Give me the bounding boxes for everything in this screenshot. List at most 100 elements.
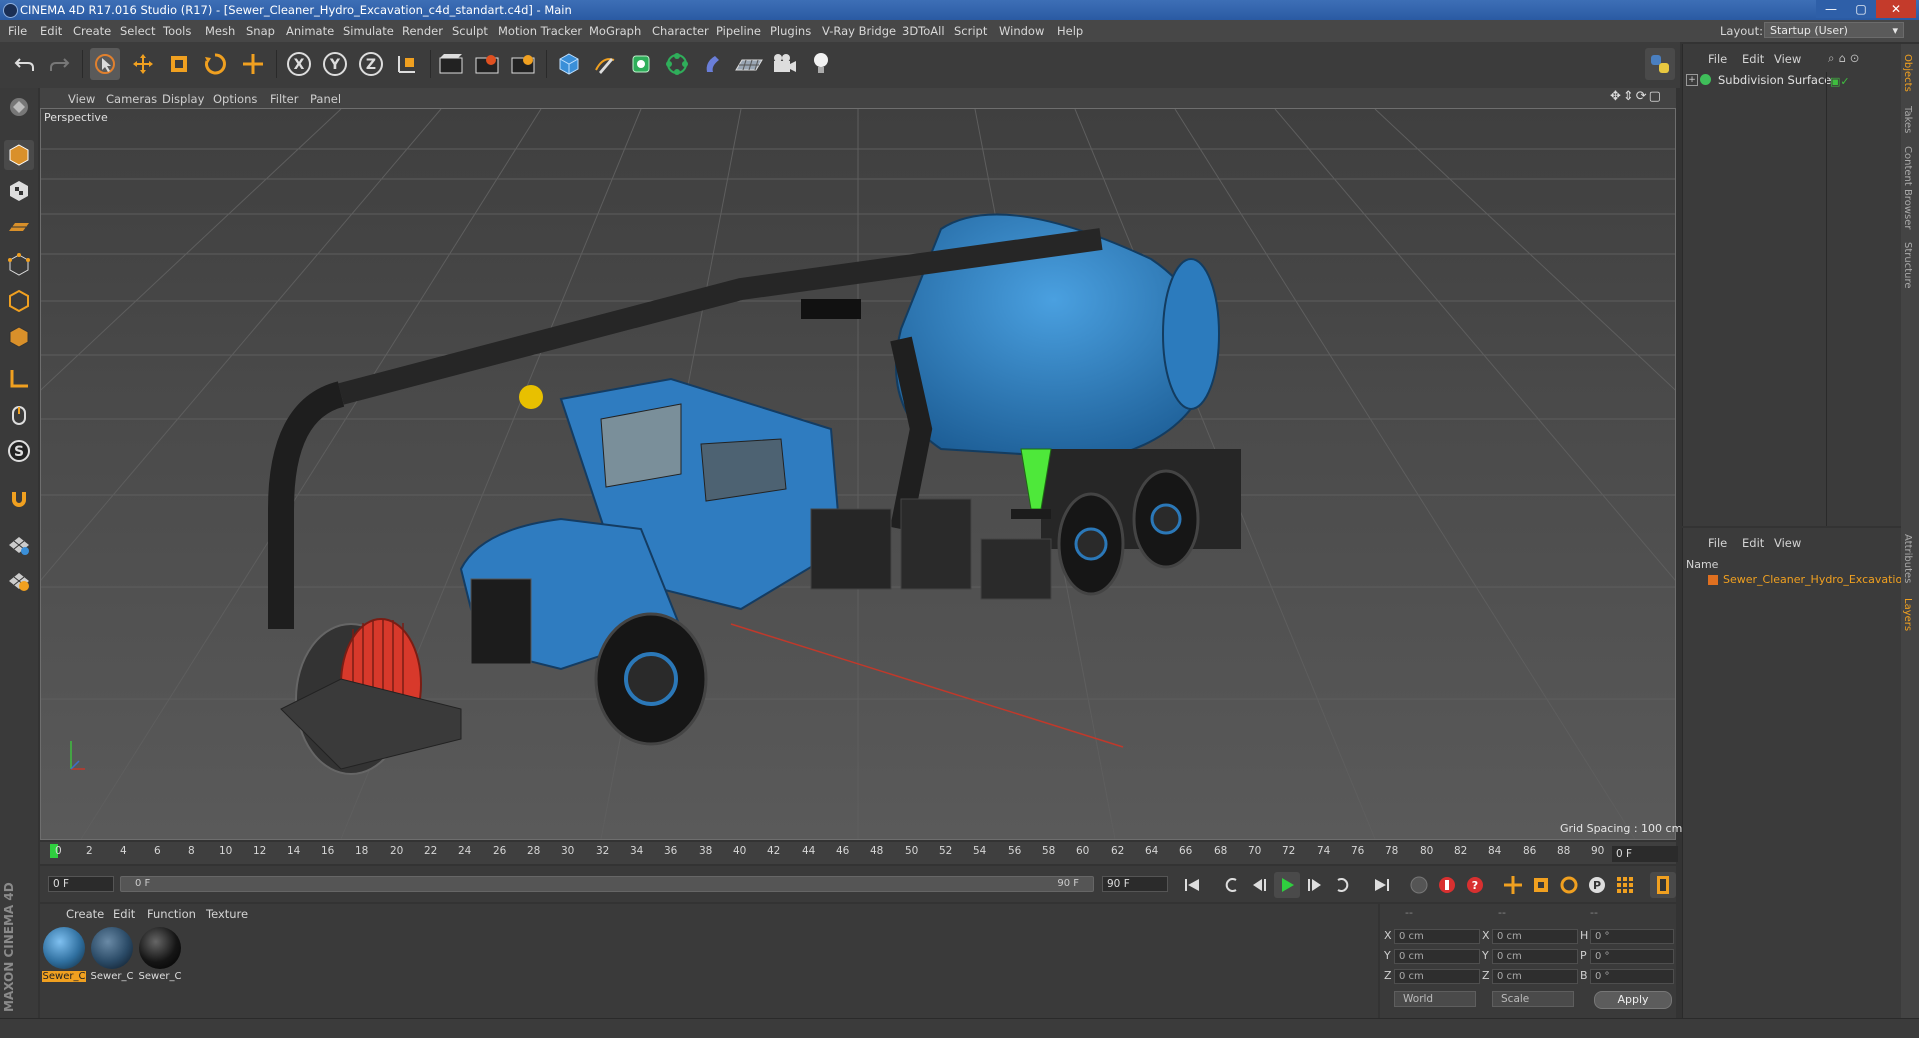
- object-menu-file[interactable]: File: [1708, 52, 1727, 66]
- move-tool-button[interactable]: [128, 48, 158, 80]
- viewport-menu-filter[interactable]: Filter: [270, 92, 298, 106]
- side-tab-objects[interactable]: Objects: [1902, 54, 1913, 92]
- start-frame-field[interactable]: 0 F: [48, 876, 114, 892]
- menu-mesh[interactable]: Mesh: [205, 24, 235, 38]
- menu-file[interactable]: File: [8, 24, 27, 38]
- previous-key-button[interactable]: [1218, 872, 1244, 898]
- side-tab-layers[interactable]: Layers: [1902, 598, 1913, 631]
- subdivision-button[interactable]: [626, 48, 656, 80]
- python-button[interactable]: [1645, 48, 1675, 80]
- menu-pipeline[interactable]: Pipeline: [716, 24, 761, 38]
- menu-window[interactable]: Window: [999, 24, 1044, 38]
- axis-mode-button[interactable]: [4, 364, 34, 394]
- object-menu-edit[interactable]: Edit: [1742, 52, 1764, 66]
- undo-button[interactable]: [10, 48, 40, 80]
- material-swatch[interactable]: Sewer_C: [42, 925, 86, 985]
- record-keys-button[interactable]: [1406, 872, 1432, 898]
- menu-animate[interactable]: Animate: [286, 24, 334, 38]
- position-x-field[interactable]: 0 cm: [1394, 929, 1480, 944]
- close-button[interactable]: ✕: [1876, 0, 1916, 18]
- viewport-menu-display[interactable]: Display: [162, 92, 204, 106]
- texture-mode-button[interactable]: [4, 176, 34, 206]
- next-key-button[interactable]: [1330, 872, 1356, 898]
- model-mode-button[interactable]: [4, 140, 34, 170]
- menu-plugins[interactable]: Plugins: [770, 24, 811, 38]
- add-cube-button[interactable]: [554, 48, 584, 80]
- rotation-p-field[interactable]: 0 °: [1590, 949, 1674, 964]
- current-frame-field[interactable]: 0 F: [1612, 846, 1678, 862]
- rotation-b-field[interactable]: 0 °: [1590, 969, 1674, 984]
- viewport-menu-options[interactable]: Options: [213, 92, 257, 106]
- multi-axis-tool-button[interactable]: [238, 48, 268, 80]
- size-mode-dropdown[interactable]: Scale: [1492, 991, 1574, 1007]
- polygons-mode-button[interactable]: [4, 322, 34, 352]
- go-to-end-button[interactable]: [1368, 872, 1394, 898]
- camera-button[interactable]: [770, 48, 800, 80]
- material-menu-function[interactable]: Function: [147, 907, 196, 921]
- autokey-button[interactable]: [1434, 872, 1460, 898]
- visibility-check-icon[interactable]: ▣✓: [1830, 75, 1850, 88]
- next-frame-button[interactable]: [1302, 872, 1328, 898]
- timeline-window-button[interactable]: [1650, 872, 1676, 898]
- keyframe-selection-button[interactable]: ?: [1462, 872, 1488, 898]
- go-to-start-button[interactable]: [1180, 872, 1206, 898]
- viewport-menu-view[interactable]: View: [68, 92, 95, 106]
- make-editable-button[interactable]: [4, 92, 34, 122]
- pen-tool-button[interactable]: [590, 48, 620, 80]
- menu-help[interactable]: Help: [1057, 24, 1083, 38]
- side-tab-structure[interactable]: Structure: [1902, 242, 1913, 289]
- workplane-mode-button[interactable]: [4, 212, 34, 242]
- end-frame-field[interactable]: 90 F: [1102, 876, 1168, 892]
- layer-row[interactable]: Sewer_Cleaner_Hydro_Excavation: [1684, 572, 1909, 588]
- tweak-mode-button[interactable]: [4, 400, 34, 430]
- menu-3dtoall[interactable]: 3DToAll: [902, 24, 945, 38]
- material-menu-create[interactable]: Create: [66, 907, 104, 921]
- lock-y-button[interactable]: Y: [320, 48, 350, 80]
- side-tab-attributes[interactable]: Attributes: [1902, 534, 1913, 583]
- size-y-field[interactable]: 0 cm: [1492, 949, 1578, 964]
- layer-menu-file[interactable]: File: [1708, 536, 1727, 550]
- expand-icon[interactable]: +: [1686, 74, 1698, 86]
- render-settings-button[interactable]: [508, 48, 538, 80]
- menu-mograph[interactable]: MoGraph: [589, 24, 641, 38]
- material-menu-texture[interactable]: Texture: [206, 907, 248, 921]
- menu-sculpt[interactable]: Sculpt: [452, 24, 488, 38]
- viewport-menu-cameras[interactable]: Cameras: [106, 92, 157, 106]
- key-scale-button[interactable]: [1528, 872, 1554, 898]
- menu-edit[interactable]: Edit: [40, 24, 62, 38]
- menu-snap[interactable]: Snap: [246, 24, 275, 38]
- apply-button[interactable]: Apply: [1594, 991, 1672, 1009]
- redo-button[interactable]: [44, 48, 74, 80]
- snap-grid-button[interactable]: [4, 530, 34, 560]
- lock-z-button[interactable]: Z: [356, 48, 386, 80]
- array-button[interactable]: [662, 48, 692, 80]
- coordinate-mode-dropdown[interactable]: World: [1394, 991, 1476, 1007]
- menu-script[interactable]: Script: [954, 24, 987, 38]
- object-row[interactable]: + Subdivision Surface: [1684, 72, 1831, 88]
- layer-menu-view[interactable]: View: [1774, 536, 1801, 550]
- floor-button[interactable]: [734, 48, 764, 80]
- viewport-nav-icons[interactable]: ✥⇕⟳▢: [1610, 89, 1663, 104]
- previous-frame-button[interactable]: [1246, 872, 1272, 898]
- select-tool-button[interactable]: [90, 48, 120, 80]
- menu-render[interactable]: Render: [402, 24, 443, 38]
- coordinate-system-button[interactable]: [392, 48, 422, 80]
- perspective-viewport[interactable]: [40, 108, 1676, 840]
- size-x-field[interactable]: 0 cm: [1492, 929, 1578, 944]
- menu-vray-bridge[interactable]: V-Ray Bridge: [822, 24, 896, 38]
- key-parameter-button[interactable]: P: [1584, 872, 1610, 898]
- menu-motion-tracker[interactable]: Motion Tracker: [498, 24, 582, 38]
- material-menu-edit[interactable]: Edit: [113, 907, 135, 921]
- snap-settings-button[interactable]: [4, 566, 34, 596]
- layer-menu-edit[interactable]: Edit: [1742, 536, 1764, 550]
- edges-mode-button[interactable]: [4, 286, 34, 316]
- deformer-button[interactable]: [698, 48, 728, 80]
- menu-tools[interactable]: Tools: [163, 24, 191, 38]
- object-manager-tools-icons[interactable]: ⌕⌂⊙: [1828, 51, 1863, 66]
- light-button[interactable]: [806, 48, 836, 80]
- minimize-button[interactable]: —: [1816, 0, 1846, 18]
- rotate-tool-button[interactable]: [200, 48, 230, 80]
- magnet-button[interactable]: [4, 484, 34, 514]
- menu-create[interactable]: Create: [73, 24, 111, 38]
- key-position-button[interactable]: [1500, 872, 1526, 898]
